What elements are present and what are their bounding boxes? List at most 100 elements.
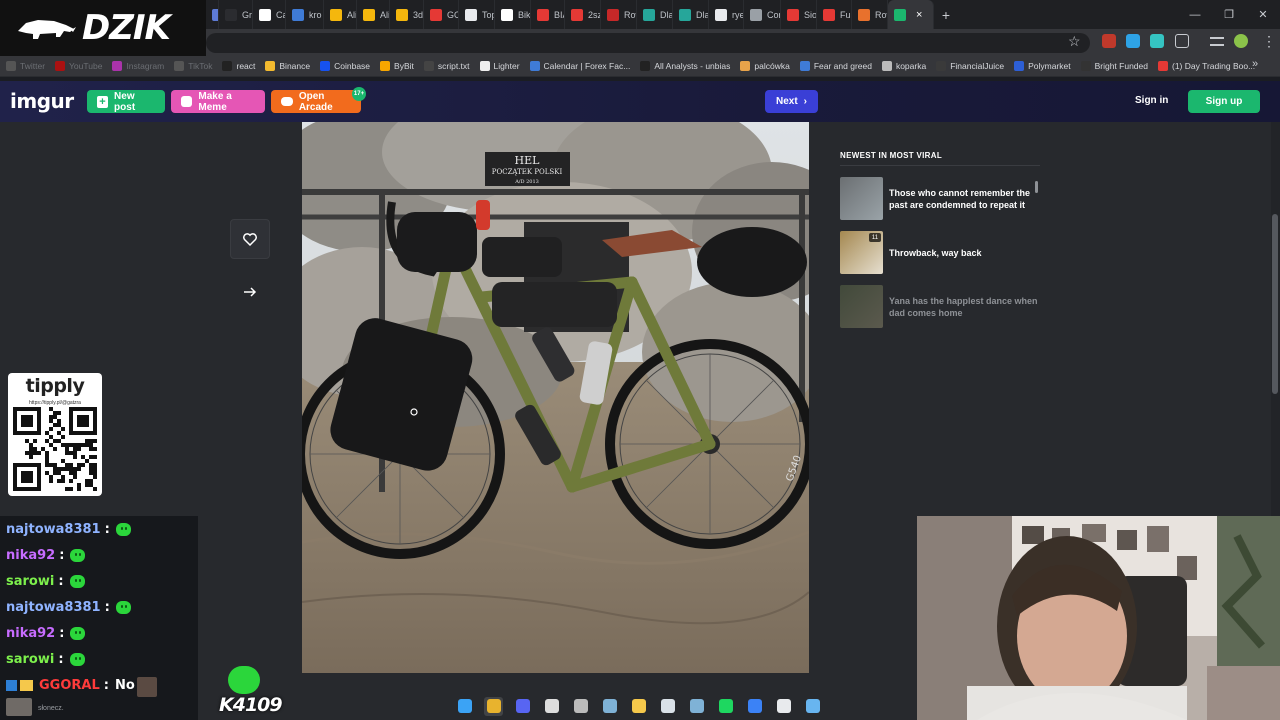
bookmark-label: Fear and greed <box>813 61 872 71</box>
browser-tab[interactable]: × <box>888 0 934 29</box>
notepad-icon[interactable] <box>803 697 822 716</box>
bookmark-item[interactable]: react <box>222 61 255 71</box>
browser-tab[interactable]: Sioc <box>781 0 817 29</box>
bookmark-item[interactable]: Polymarket <box>1014 61 1071 71</box>
chat-username: najtowa8381 <box>6 600 101 615</box>
browser-tab[interactable]: ryet <box>709 0 744 29</box>
bookmark-item[interactable]: Lighter <box>479 61 520 71</box>
reading-list-icon[interactable] <box>1210 37 1224 46</box>
favorite-button[interactable] <box>230 219 270 259</box>
bookmark-label: koparka <box>895 61 927 71</box>
browser-tab[interactable]: Alib <box>324 0 357 29</box>
profile-avatar[interactable] <box>1234 34 1248 48</box>
tab-favicon-icon <box>715 8 727 21</box>
windows-start-icon[interactable] <box>455 697 474 716</box>
browser-tab[interactable]: 2szt <box>565 0 601 29</box>
discord-glyph <box>515 699 530 713</box>
open-arcade-button[interactable]: Open Arcade <box>271 90 361 113</box>
address-bar[interactable] <box>206 33 1090 53</box>
viral-post-thumbnail[interactable] <box>840 177 883 220</box>
steam-icon[interactable] <box>600 697 619 716</box>
new-tab-button[interactable]: + <box>934 7 958 23</box>
close-window-button[interactable]: ✕ <box>1246 8 1280 21</box>
bookmark-item[interactable]: ByBit <box>380 61 414 71</box>
browser-tab[interactable]: Bike <box>495 0 531 29</box>
sidebar-scrollbar[interactable] <box>1035 181 1038 193</box>
maximize-button[interactable]: ❐ <box>1212 8 1246 21</box>
share-button[interactable] <box>230 272 270 312</box>
viral-post-item[interactable]: 11 Throwback, way back <box>840 231 1040 274</box>
bookmark-item[interactable]: FinancialJuice <box>936 61 1004 71</box>
extension-icon[interactable] <box>1150 34 1164 48</box>
bookmark-item[interactable]: All Analysts - unbias <box>640 61 730 71</box>
bookmark-item[interactable]: koparka <box>881 61 927 71</box>
bookmark-item[interactable]: Calendar | Forex Fac... <box>529 61 630 71</box>
viral-post-title[interactable]: Those who cannot remember the past are c… <box>889 187 1040 211</box>
obs-icon[interactable] <box>571 697 590 716</box>
browser-tab[interactable]: Row <box>601 0 637 29</box>
bookmark-item[interactable]: script.txt <box>423 61 470 71</box>
viral-post-thumbnail[interactable]: 11 <box>840 231 883 274</box>
webcam-feed <box>917 516 1280 720</box>
browser-tab[interactable]: kro <box>286 0 324 29</box>
bookmark-item[interactable]: TikTok <box>174 61 212 71</box>
app-icon[interactable] <box>542 697 561 716</box>
browser-tab[interactable]: 3d F <box>390 0 424 29</box>
next-post-button[interactable]: Next › <box>765 90 818 113</box>
viral-post-thumbnail[interactable] <box>840 285 883 328</box>
chat-separator: : <box>59 548 65 563</box>
post-image[interactable]: HEL POCZĄTEK POLSKI A/D 2013 G540 <box>302 122 809 673</box>
bookmark-item[interactable]: Fear and greed <box>799 61 872 71</box>
extension-icon[interactable] <box>1126 34 1140 48</box>
explorer-icon[interactable] <box>629 697 648 716</box>
ccleaner-icon[interactable] <box>658 697 677 716</box>
bookmark-item[interactable]: Coinbase <box>320 61 370 71</box>
bookmark-item[interactable]: Bright Funded <box>1080 61 1148 71</box>
browser-tab[interactable]: Carl <box>253 0 286 29</box>
browser-tab[interactable]: Row <box>852 0 888 29</box>
bookmark-star-icon[interactable]: ☆ <box>1068 33 1081 50</box>
new-post-button[interactable]: + New post <box>87 90 165 113</box>
close-tab-icon[interactable]: × <box>916 9 922 21</box>
browser-menu-icon[interactable]: ⋮ <box>1262 33 1276 50</box>
gamepad-icon <box>281 97 293 106</box>
browser-tab[interactable]: Alib <box>357 0 390 29</box>
sign-in-link[interactable]: Sign in <box>1135 95 1168 106</box>
bookmark-item[interactable]: YouTube <box>55 61 102 71</box>
capcut-icon[interactable] <box>774 697 793 716</box>
bookmark-favicon-icon <box>6 61 16 71</box>
browser-tab[interactable]: Dla <box>637 0 673 29</box>
bookmark-item[interactable]: Twitter <box>6 61 45 71</box>
browser-tab[interactable]: G <box>206 0 219 29</box>
bookmark-item[interactable]: (1) Day Trading Boo... <box>1158 61 1255 71</box>
tab-label: Carl <box>276 9 285 20</box>
viral-post-title[interactable]: Throwback, way back <box>889 247 982 259</box>
page-scrollbar-thumb[interactable] <box>1272 214 1278 394</box>
bookmark-item[interactable]: Instagram <box>112 61 164 71</box>
viral-post-item[interactable]: Yana has the happlest dance when dad com… <box>840 285 1040 328</box>
browser-tab[interactable]: Full <box>817 0 852 29</box>
viral-post-item[interactable]: Those who cannot remember the past are c… <box>840 177 1040 220</box>
extension-icon[interactable] <box>1102 34 1116 48</box>
more-bookmarks-icon[interactable]: » <box>1252 58 1258 70</box>
browser-tab[interactable]: BIA <box>531 0 565 29</box>
chrome-icon[interactable] <box>484 696 503 716</box>
bookmark-item[interactable]: Binance <box>265 61 310 71</box>
browser-tab[interactable]: Con <box>744 0 781 29</box>
spotify-icon[interactable] <box>716 697 735 716</box>
browser-tab[interactable]: GO! <box>424 0 459 29</box>
browser-tab[interactable]: Gra <box>219 0 253 29</box>
minimize-button[interactable]: — <box>1178 9 1212 21</box>
make-meme-button[interactable]: Make a Meme <box>171 90 265 113</box>
bookmark-item[interactable]: palcówka <box>740 61 790 71</box>
bookmark-favicon-icon <box>380 61 391 71</box>
browser-tab[interactable]: Top <box>459 0 495 29</box>
imgur-logo[interactable]: imgur <box>10 89 74 113</box>
extensions-puzzle-icon[interactable] <box>1175 34 1189 48</box>
browser-tab[interactable]: Dla <box>673 0 709 29</box>
bluesky-icon[interactable] <box>745 697 764 716</box>
discord-icon[interactable] <box>513 697 532 716</box>
network-icon[interactable] <box>687 697 706 716</box>
viral-post-title[interactable]: Yana has the happlest dance when dad com… <box>889 295 1040 319</box>
sign-up-button[interactable]: Sign up <box>1188 90 1260 113</box>
